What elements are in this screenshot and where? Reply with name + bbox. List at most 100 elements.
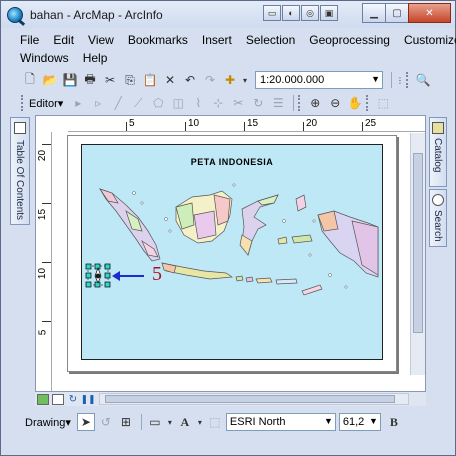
split-icon[interactable]: ✂ [229,94,247,112]
arcmap-app-icon[interactable] [7,6,23,23]
add-data-icon[interactable]: ✚ [221,71,239,89]
menu-selection[interactable]: Selection [246,33,295,47]
edit-vertices-draw-icon[interactable]: ⬚ [206,413,224,431]
trace-icon[interactable]: ⟋ [129,94,147,112]
chevron-down-icon[interactable]: ▼ [324,416,333,426]
title-extra-4-icon[interactable]: ▣ [320,5,338,21]
layout-view-button[interactable] [52,393,64,405]
title-extra-2-icon[interactable]: ◐ [282,5,300,21]
rotate-icon[interactable]: ↻ [249,94,267,112]
menu-bar: File Edit View Bookmarks Insert Selectio… [1,31,456,71]
undo-icon[interactable]: ↶ [181,71,199,89]
edit-tool-icon[interactable]: ▸ [69,94,87,112]
save-icon[interactable]: 💾 [61,71,79,89]
layout-page: PETA INDONESIA 5 [67,135,397,372]
page-area[interactable]: PETA INDONESIA 5 [53,133,425,391]
chevron-down-icon[interactable]: ▼ [369,416,378,426]
horizontal-scrollbar-thumb[interactable] [105,395,395,403]
catalog-tab[interactable]: Catalog [429,117,447,187]
layout-zoom-out-icon[interactable]: ⊖ [326,94,344,112]
ruler-tick [244,122,245,131]
menu-customize[interactable]: Customize [404,33,456,47]
data-view-button[interactable] [37,393,49,405]
status-bar [1,437,455,455]
chevron-down-icon[interactable]: ▼ [371,74,380,84]
editor-toolbar: Editor▾ ▸ ▹ ╱ ⟋ ⬠ ◫ ⌇ ⊹ ✂ ↻ ☰ ⊕ ⊖ ✋ ⬚ [1,92,455,114]
select-elements-icon[interactable]: ➤ [76,413,95,431]
menu-file[interactable]: File [20,33,39,47]
editor-menu-button[interactable]: Editor▾ [29,97,63,110]
rotate-element-icon[interactable]: ↺ [97,413,115,431]
font-size-combo[interactable]: 61,2 ▼ [338,413,381,431]
rectangle-icon[interactable]: ▭ [146,413,164,431]
straight-segment-icon[interactable]: ╱ [109,94,127,112]
toolbar-separator [391,72,392,88]
layout-bottom-bar: ↻ ❚❚ [35,392,426,406]
toolbar-grip[interactable] [298,95,302,111]
cut-polygons-icon[interactable]: ⊹ [209,94,227,112]
title-extra-3-icon[interactable]: ◎ [301,5,319,21]
cut-icon[interactable]: ✂ [101,71,119,89]
polygon-icon[interactable]: ⬠ [149,94,167,112]
toolbar-options-icon[interactable]: ⋮ [396,71,404,89]
minimize-button[interactable]: ▁ [362,3,386,23]
add-data-dropdown-icon[interactable]: ▾ [241,71,249,89]
attributes-icon[interactable]: ☰ [269,94,287,112]
menu-insert[interactable]: Insert [202,33,232,47]
small-island [232,183,236,187]
paste-icon[interactable]: 📋 [141,71,159,89]
maximize-button[interactable]: ▢ [385,3,409,23]
new-document-icon[interactable]: 🗋 [21,71,39,89]
menu-edit[interactable]: Edit [53,33,74,47]
toolbar-grip[interactable] [366,95,370,111]
small-island [164,217,168,221]
ruler-tick [42,144,51,145]
pause-icon[interactable]: ❚❚ [80,394,95,405]
catalog-icon [432,122,444,134]
map-scale-combo[interactable]: 1:20.000.000 ▼ [255,71,383,89]
bold-button[interactable]: B [385,413,403,431]
toolbar-grip[interactable] [21,95,25,111]
vertical-scrollbar-thumb[interactable] [413,153,423,333]
font-size-value: 61,2 [342,416,365,428]
delete-icon[interactable]: ✕ [161,71,179,89]
vertical-scrollbar[interactable] [410,133,425,375]
step-number-callout: 5 [152,263,162,285]
open-folder-icon[interactable]: 📂 [41,71,59,89]
search-icon [432,194,444,206]
table-of-contents-tab[interactable]: Table Of Contents [10,117,30,225]
menu-windows[interactable]: Windows [20,51,69,65]
zoom-to-selected-icon[interactable]: ⊞ [117,413,135,431]
edit-vertices-icon[interactable]: ◫ [169,94,187,112]
toolbar-grip[interactable] [406,72,410,88]
layout-pan-icon[interactable]: ✋ [346,94,364,112]
data-frame[interactable]: PETA INDONESIA 5 [81,144,383,360]
print-icon[interactable]: 🖶 [81,71,99,89]
title-extra-1-icon[interactable]: ▭ [263,5,281,21]
ruler-label: 20 [37,149,49,162]
zoom-in-icon[interactable]: 🔍 [414,71,432,89]
redo-icon[interactable]: ↷ [201,71,219,89]
reshape-icon[interactable]: ⌇ [189,94,207,112]
menu-help[interactable]: Help [83,51,108,65]
editor-label: Editor [29,97,58,110]
layout-zoom-in-icon[interactable]: ⊕ [306,94,324,112]
sketch-properties-icon[interactable]: ⬚ [374,94,392,112]
rectangle-dropdown-icon[interactable]: ▾ [166,413,174,431]
close-button[interactable]: ✕ [408,3,451,23]
copy-icon[interactable]: ⎘ [121,71,139,89]
refresh-icon[interactable]: ↻ [67,394,79,405]
menu-view[interactable]: View [88,33,114,47]
font-name-value: ESRI North [229,416,286,428]
horizontal-scrollbar[interactable] [99,393,409,405]
font-name-combo[interactable]: ESRI North ▼ [225,413,336,431]
new-text-icon[interactable]: A [176,413,194,431]
edit-annotation-icon[interactable]: ▹ [89,94,107,112]
layout-view[interactable]: 5 10 15 20 25 20 15 10 5 PETA INDONESIA [35,115,426,392]
search-tab[interactable]: Search [429,189,447,247]
small-island [344,285,348,289]
menu-geoprocessing[interactable]: Geoprocessing [309,33,390,47]
text-dropdown-icon[interactable]: ▾ [196,413,204,431]
drawing-menu-button[interactable]: Drawing▾ [25,416,71,429]
menu-bookmarks[interactable]: Bookmarks [128,33,188,47]
